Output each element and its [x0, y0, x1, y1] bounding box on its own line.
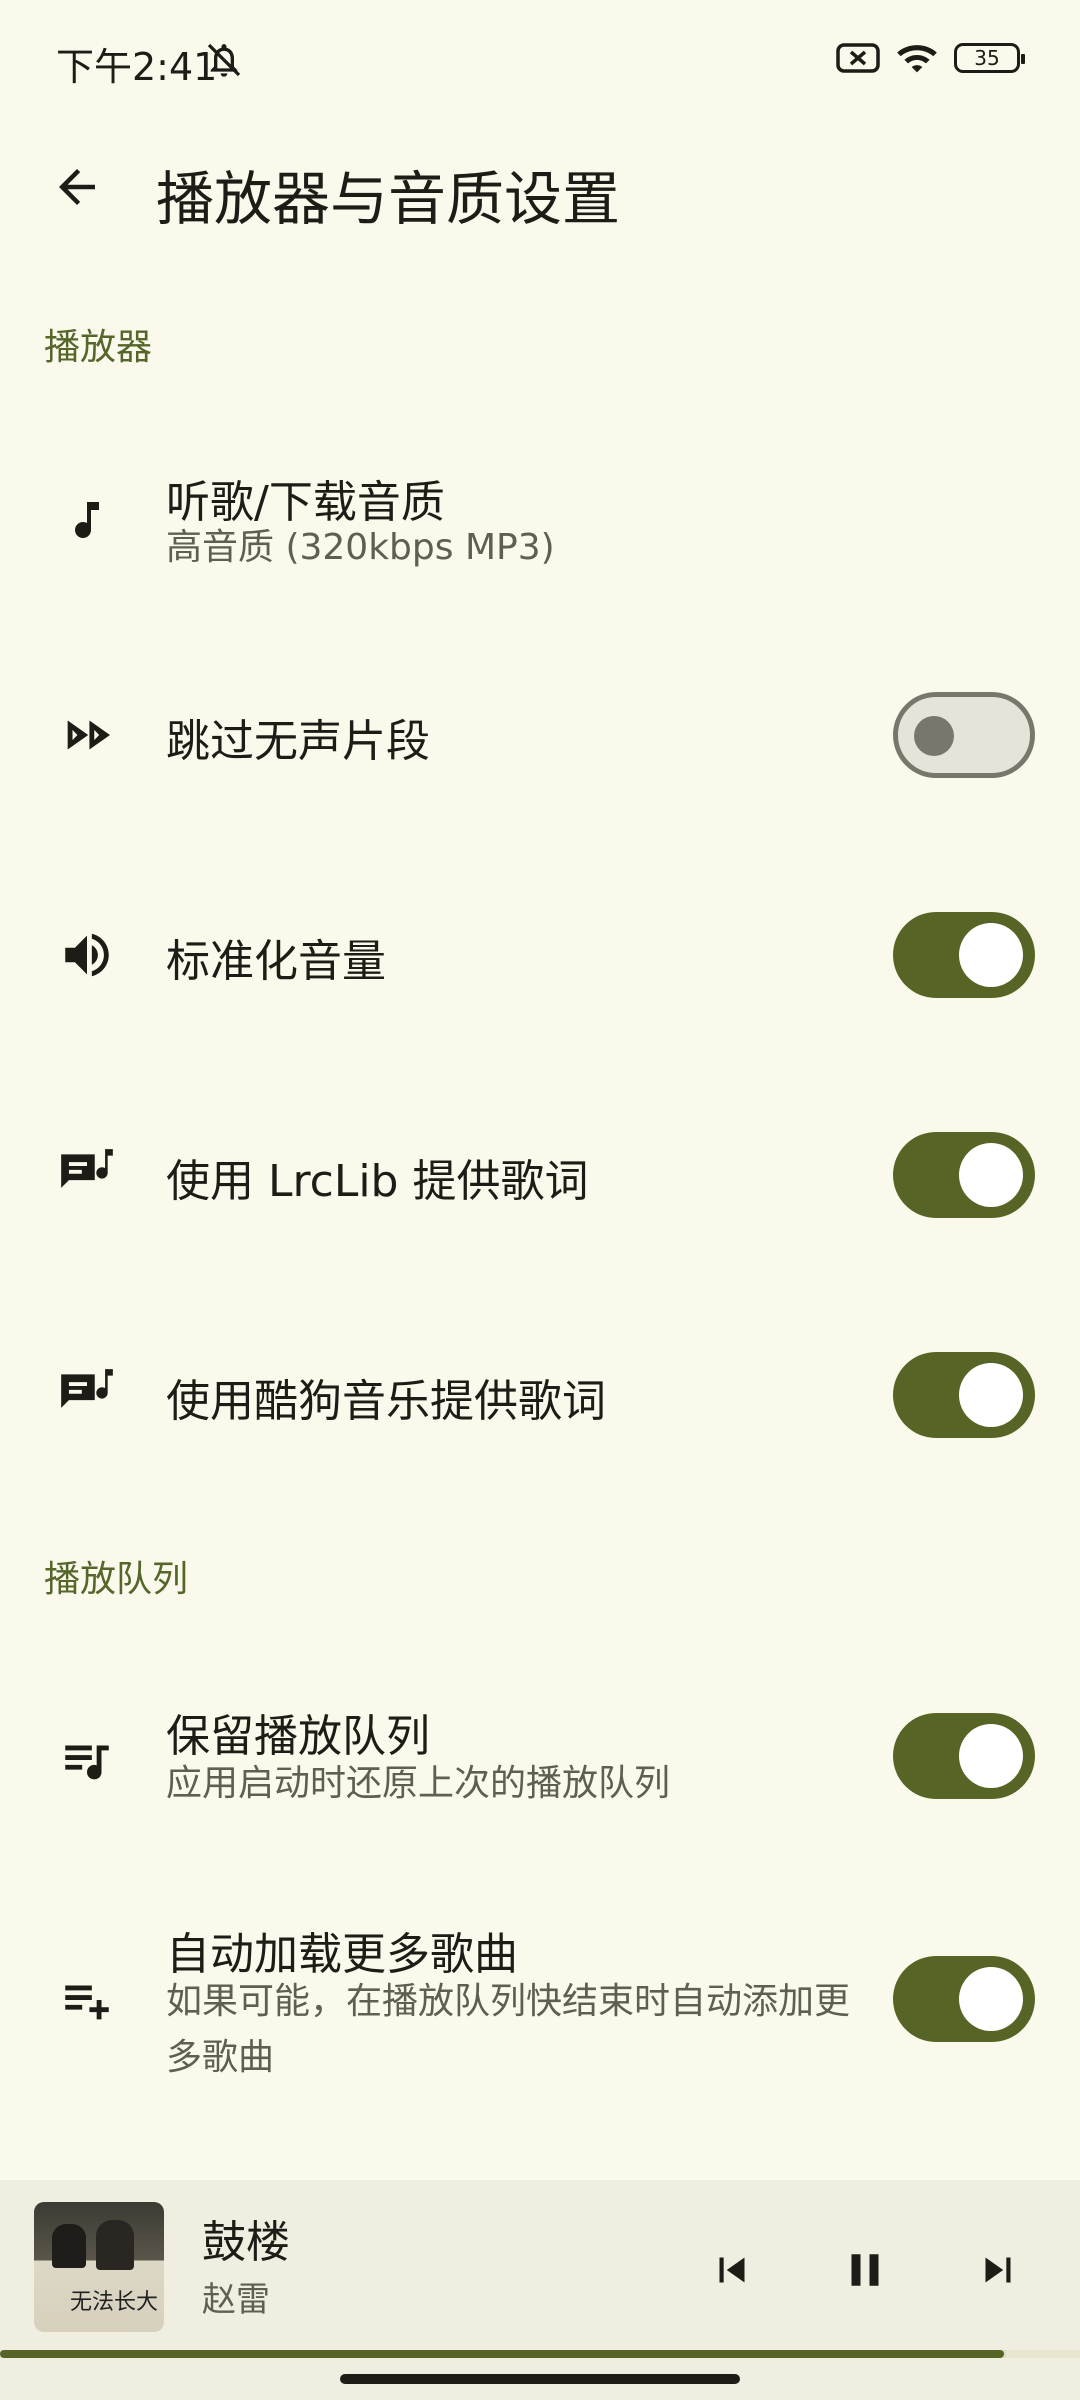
no-sim-icon — [836, 43, 880, 73]
toggle-knob — [959, 1363, 1023, 1427]
lrclib-lyrics-toggle[interactable] — [893, 1132, 1035, 1218]
skip-next-icon — [985, 2257, 1011, 2283]
skip-next-button[interactable] — [963, 2235, 1033, 2305]
album-art-figure — [96, 2220, 134, 2270]
setting-subtitle: 高音质 (320kbps MP3) — [166, 527, 555, 568]
playback-progress-remaining — [1006, 2350, 1080, 2358]
setting-subtitle: 应用启动时还原上次的播放队列 — [166, 1763, 671, 1804]
mini-player[interactable]: 无法长大 鼓楼 赵雷 — [0, 2180, 1080, 2400]
setting-title: 保留播放队列 — [166, 1711, 430, 1762]
persist-queue-toggle[interactable] — [893, 1713, 1035, 1799]
playlist-add-icon — [52, 1965, 122, 2035]
page-title: 播放器与音质设置 — [156, 165, 621, 233]
album-art-text: 无法长大 — [70, 2290, 159, 2315]
wifi-icon — [897, 45, 937, 73]
toggle-knob — [914, 716, 954, 756]
setting-subtitle: 如果可能，在播放队列快结束时自动添加更多歌曲 — [166, 1981, 851, 2078]
setting-title: 使用酷狗音乐提供歌词 — [166, 1376, 606, 1427]
fast-forward-icon — [52, 700, 122, 770]
setting-persist-queue[interactable]: 保留播放队列 应用启动时还原上次的播放队列 — [0, 1680, 1080, 1840]
section-header-player: 播放器 — [44, 327, 153, 368]
lyrics-icon — [52, 1360, 122, 1430]
toggle-knob — [959, 1143, 1023, 1207]
lyrics-icon — [52, 1140, 122, 1210]
volume-up-icon — [52, 920, 122, 990]
setting-skip-silence[interactable]: 跳过无声片段 — [0, 660, 1080, 810]
setting-title: 标准化音量 — [166, 936, 386, 987]
playback-progress-bar[interactable] — [0, 2350, 1080, 2358]
toggle-knob — [959, 1724, 1023, 1788]
skip-previous-button[interactable] — [697, 2235, 767, 2305]
status-time: 下午2:41 — [56, 45, 218, 89]
setting-title: 跳过无声片段 — [166, 716, 430, 767]
setting-title: 自动加载更多歌曲 — [166, 1929, 518, 1980]
section-header-queue: 播放队列 — [44, 1559, 189, 1600]
battery-icon: 35 — [954, 43, 1025, 73]
setting-audio-quality[interactable]: 听歌/下载音质 高音质 (320kbps MP3) — [0, 430, 1080, 610]
setting-normalize-volume[interactable]: 标准化音量 — [0, 880, 1080, 1030]
setting-title: 使用 LrcLib 提供歌词 — [166, 1156, 589, 1207]
song-artist: 赵雷 — [202, 2280, 270, 2320]
song-title: 鼓楼 — [202, 2217, 290, 2268]
music-note-icon — [52, 485, 122, 555]
battery-level: 35 — [974, 46, 1000, 70]
setting-kugou-lyrics[interactable]: 使用酷狗音乐提供歌词 — [0, 1320, 1080, 1470]
queue-music-icon — [52, 1725, 122, 1795]
home-indicator[interactable] — [340, 2374, 740, 2384]
app-bar: 播放器与音质设置 — [0, 130, 1080, 240]
setting-lrclib-lyrics[interactable]: 使用 LrcLib 提供歌词 — [0, 1100, 1080, 1250]
back-button[interactable] — [40, 150, 114, 224]
kugou-lyrics-toggle[interactable] — [893, 1352, 1035, 1438]
pause-button[interactable] — [830, 2235, 900, 2305]
auto-load-more-toggle[interactable] — [893, 1956, 1035, 2042]
album-art-figure — [52, 2224, 86, 2268]
status-right-cluster: 35 — [836, 40, 1025, 76]
toggle-knob — [959, 923, 1023, 987]
arrow-back-icon — [59, 169, 95, 205]
album-art: 无法长大 — [34, 2202, 164, 2332]
normalize-volume-toggle[interactable] — [893, 912, 1035, 998]
status-bar: 下午2:41 35 — [0, 0, 1080, 130]
playback-progress-fill — [0, 2350, 1005, 2358]
bell-off-icon — [207, 43, 241, 77]
skip-previous-icon — [719, 2257, 745, 2283]
setting-auto-load-more[interactable]: 自动加载更多歌曲 如果可能，在播放队列快结束时自动添加更多歌曲 — [0, 1900, 1080, 2120]
skip-silence-toggle[interactable] — [893, 692, 1035, 778]
toggle-knob — [959, 1967, 1023, 2031]
pause-icon — [851, 2254, 879, 2286]
